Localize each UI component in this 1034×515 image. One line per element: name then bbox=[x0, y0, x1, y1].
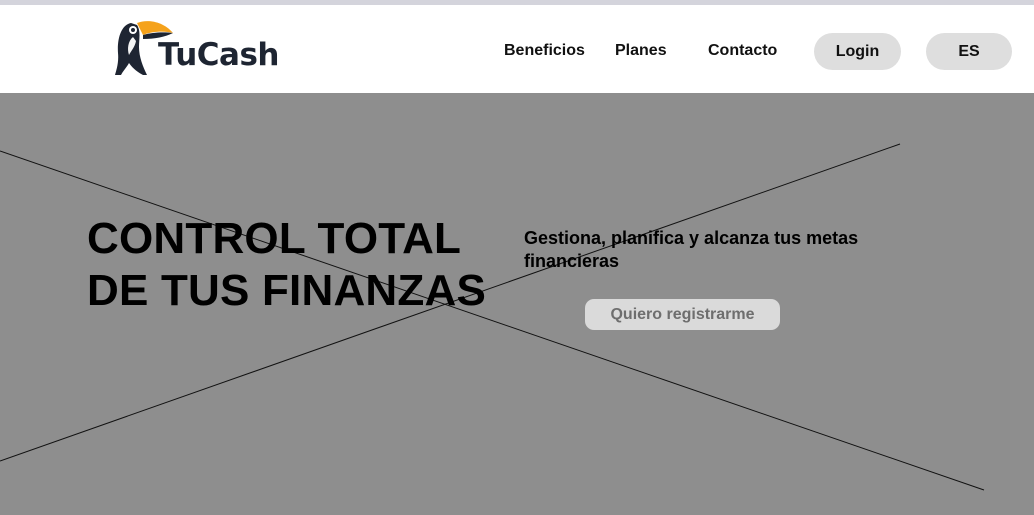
language-selector[interactable]: ES bbox=[926, 33, 1012, 70]
hero-headline: CONTROL TOTAL DE TUS FINANZAS bbox=[87, 213, 486, 317]
hero-section: CONTROL TOTAL DE TUS FINANZAS Gestiona, … bbox=[0, 93, 1034, 515]
nav-link-beneficios[interactable]: Beneficios bbox=[504, 41, 585, 61]
nav-link-contacto[interactable]: Contacto bbox=[708, 41, 777, 61]
hero-subheadline: Gestiona, planifica y alcanza tus metas … bbox=[524, 228, 859, 271]
hero-headline-line1: CONTROL TOTAL bbox=[87, 214, 462, 263]
brand-logo[interactable]: TuCash bbox=[113, 17, 280, 79]
brand-name: TuCash bbox=[158, 37, 280, 73]
login-button[interactable]: Login bbox=[814, 33, 901, 70]
nav-link-planes[interactable]: Planes bbox=[615, 41, 667, 61]
site-header: TuCash Beneficios Planes Contacto Login … bbox=[0, 5, 1034, 93]
register-button[interactable]: Quiero registrarme bbox=[585, 299, 780, 330]
hero-headline-line2: DE TUS FINANZAS bbox=[87, 266, 486, 315]
